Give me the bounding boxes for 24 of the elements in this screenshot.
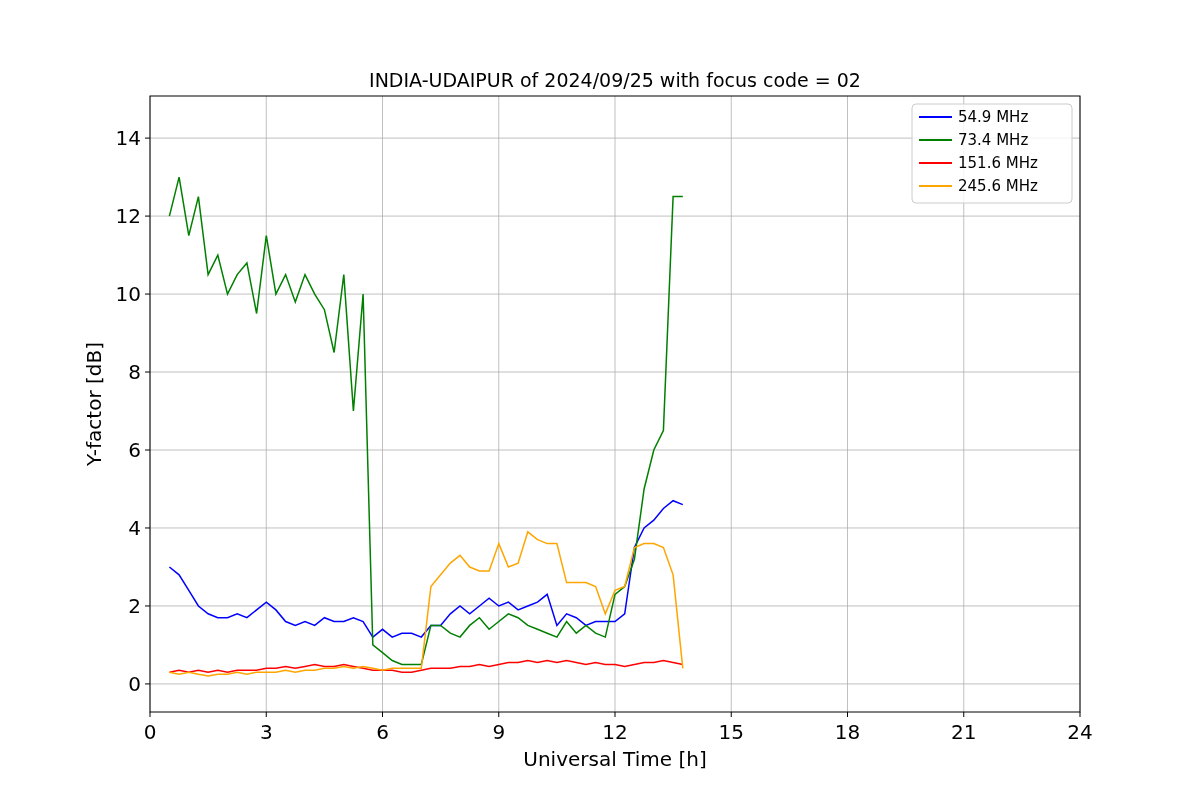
x-tick-label: 21 bbox=[951, 720, 977, 744]
y-tick-label: 4 bbox=[128, 516, 141, 540]
y-tick-label: 10 bbox=[115, 282, 141, 307]
legend-label: 54.9 MHz bbox=[958, 108, 1029, 126]
x-tick-label: 12 bbox=[602, 720, 628, 744]
x-tick-label: 3 bbox=[259, 720, 273, 744]
x-tick-label: 6 bbox=[376, 720, 389, 744]
y-tick-label: 2 bbox=[128, 593, 141, 618]
y-tick-label: 14 bbox=[115, 126, 141, 151]
x-tick-label: 0 bbox=[143, 720, 157, 744]
y-tick-label: 6 bbox=[128, 438, 141, 462]
legend-label: 73.4 MHz bbox=[958, 131, 1029, 149]
x-tick-label: 24 bbox=[1067, 720, 1093, 744]
chart-title: INDIA-UDAIPUR of 2024/09/25 with focus code = 02 bbox=[369, 69, 861, 91]
y-tick-label: 12 bbox=[115, 204, 141, 229]
y-axis-label: Y-factor [dB] bbox=[82, 342, 106, 466]
legend-label: 151.6 MHz bbox=[958, 154, 1038, 172]
x-axis-label: Universal Time [h] bbox=[523, 747, 707, 771]
y-tick-label: 8 bbox=[128, 360, 141, 385]
x-tick-label: 18 bbox=[834, 720, 861, 744]
x-tick-label: 9 bbox=[492, 720, 506, 744]
y-tick-label: 0 bbox=[128, 671, 141, 696]
x-tick-label: 15 bbox=[718, 720, 744, 744]
legend-label: 245.6 MHz bbox=[958, 177, 1038, 195]
